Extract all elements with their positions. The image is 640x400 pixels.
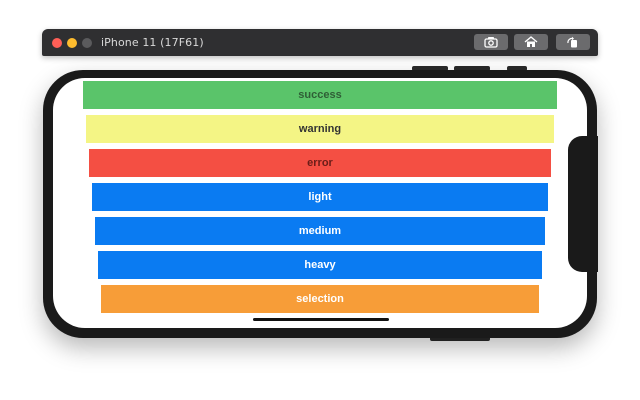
- home-icon: [524, 36, 538, 47]
- screenshot-button[interactable]: [474, 34, 508, 50]
- rotate-button[interactable]: [556, 34, 590, 50]
- rotate-icon: [567, 36, 577, 48]
- home-button[interactable]: [514, 34, 548, 50]
- success-label: success: [298, 89, 342, 101]
- heavy-label: heavy: [304, 259, 336, 271]
- app-screen: success warning error light medium heavy…: [53, 78, 587, 328]
- selection-button[interactable]: selection: [101, 285, 539, 313]
- warning-label: warning: [298, 123, 342, 135]
- simulator-stage: iPhone 11 (17F61) success warning error …: [0, 0, 640, 400]
- zoom-window-button[interactable]: [82, 38, 92, 48]
- medium-label: medium: [298, 225, 342, 237]
- light-button[interactable]: light: [92, 183, 548, 211]
- minimize-window-button[interactable]: [67, 38, 77, 48]
- error-label: error: [307, 157, 333, 169]
- window-title: iPhone 11 (17F61): [101, 36, 204, 49]
- camera-icon: [484, 37, 498, 48]
- close-window-button[interactable]: [52, 38, 62, 48]
- heavy-button[interactable]: heavy: [98, 251, 542, 279]
- notch: [568, 136, 598, 272]
- medium-button[interactable]: medium: [95, 217, 545, 245]
- warning-button[interactable]: warning: [86, 115, 554, 143]
- light-label: light: [308, 191, 332, 203]
- iphone-frame: success warning error light medium heavy…: [43, 70, 598, 338]
- success-button[interactable]: success: [83, 81, 557, 109]
- error-button[interactable]: error: [89, 149, 551, 177]
- simulator-title-bar: iPhone 11 (17F61): [42, 29, 598, 56]
- selection-label: selection: [296, 293, 344, 305]
- home-indicator: [253, 318, 389, 321]
